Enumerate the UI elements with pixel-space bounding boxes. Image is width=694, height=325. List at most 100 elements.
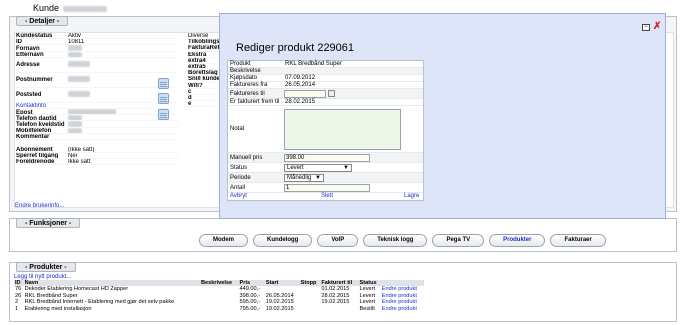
- function-button-fakturaer[interactable]: Fakturaer: [550, 234, 606, 247]
- chevron-down-icon: ▼: [315, 175, 321, 181]
- minimize-icon[interactable]: −: [642, 24, 650, 31]
- redacted-value: [68, 51, 82, 57]
- field-label: Status: [230, 165, 248, 171]
- close-icon[interactable]: ✗: [653, 21, 661, 32]
- cancel-link[interactable]: Avbryt: [230, 193, 247, 200]
- function-button-pega-tv[interactable]: Pega TV: [432, 234, 485, 247]
- field-status: Status Levert ▼: [228, 163, 423, 173]
- save-link[interactable]: Lagre: [404, 193, 419, 200]
- field-beskrivelse: Beskrivelse: [228, 68, 423, 75]
- edit-userinfo-link[interactable]: Endre brukerinfo...: [15, 203, 64, 209]
- function-button-kundelogg[interactable]: Kundelogg: [253, 234, 313, 247]
- function-button-modem[interactable]: Modem: [199, 234, 248, 247]
- edit-product-link[interactable]: Endre produkt: [382, 286, 417, 292]
- chevron-down-icon: ▼: [343, 165, 349, 171]
- periode-value: Månedlig: [287, 175, 312, 181]
- faktureres-til-input[interactable]: [284, 90, 326, 98]
- detail-row: Foreldrenode Ikke satt: [16, 159, 178, 166]
- detail-row: Poststed: [16, 88, 178, 103]
- table-cell: [320, 306, 358, 313]
- notes-icon[interactable]: [158, 109, 169, 120]
- status-select[interactable]: Levert ▼: [284, 164, 352, 172]
- redacted-value: [68, 121, 82, 127]
- detail-list: Kundestatus Aktiv ID 10811 Fornavn Etternavn A…: [16, 33, 178, 166]
- table-body: 76 Dekoder Etablering Homecast HD Zapper 4…: [14, 286, 424, 312]
- notat-textarea[interactable]: [284, 109, 401, 150]
- field-label: Produkt: [230, 61, 251, 67]
- redacted-value: [68, 127, 82, 133]
- table-cell: [300, 306, 321, 313]
- redacted-value: [68, 108, 116, 115]
- field-value: 07.09.2012: [285, 75, 316, 81]
- manuell-pris-input[interactable]: 398.00: [284, 154, 370, 162]
- function-button-produkter[interactable]: Produkter: [489, 234, 546, 247]
- field-faktureres-fra: Faktureres fra 26.05.2014: [228, 82, 423, 89]
- detail-key: Kommentar: [16, 133, 50, 140]
- field-label: Er fakturert frem til: [230, 99, 280, 105]
- table-cell: 19.02.2015: [265, 305, 294, 312]
- field-manuell-pris: Manuell pris 398.00: [228, 153, 423, 163]
- redacted-value: [68, 61, 90, 68]
- edit-product-link[interactable]: Endre produkt: [382, 306, 417, 312]
- field-produkt: Produkt RKL Bredbånd Super: [228, 61, 423, 68]
- field-value: 28.02.2015: [285, 99, 316, 105]
- field-label: Antall: [230, 185, 246, 191]
- field-label: Kjøpsdato: [230, 75, 258, 81]
- table-row: 1 Etablering med installasjon 795.00,- 19.0…: [14, 306, 424, 313]
- detail-row: Adresse: [16, 58, 178, 73]
- redacted-value: [68, 91, 90, 98]
- field-label: Beskrivelse: [230, 68, 261, 74]
- delete-link[interactable]: Slett: [321, 193, 333, 200]
- notes-icon[interactable]: [158, 78, 169, 89]
- detaljer-heading: - Detaljer -: [16, 16, 69, 26]
- edit-product-form: Produkt RKL Bredbånd Super Beskrivelse K…: [227, 60, 424, 201]
- produkter-section: - Produkter - Legg til nytt produkt... I…: [9, 262, 677, 322]
- field-notat: Notat: [228, 106, 423, 153]
- field-faktureres-til: Faktureres til: [228, 89, 423, 99]
- antall-input[interactable]: 1: [284, 184, 370, 192]
- table-cell: 795.00,-: [239, 305, 261, 312]
- form-actions: Avbryt Slett Lagre: [228, 193, 423, 200]
- periode-select[interactable]: Månedlig ▼: [284, 174, 324, 182]
- field-label: Faktureres fra: [230, 82, 268, 88]
- function-button-teknisk-logg[interactable]: Teknisk logg: [363, 234, 428, 247]
- function-button-voip[interactable]: VoIP: [317, 234, 359, 247]
- table-cell: RKL Bredbånd Internett - Etablering med …: [24, 299, 175, 306]
- redacted-value: [68, 76, 90, 83]
- produkter-heading: - Produkter -: [16, 262, 76, 272]
- status-value: Levert: [287, 165, 304, 171]
- field-label: Faktureres til: [230, 91, 265, 97]
- field-periode: Periode Månedlig ▼: [228, 173, 423, 183]
- field-fakturert-frem-til: Er fakturert frem til 28.02.2015: [228, 99, 423, 106]
- edit-product-link[interactable]: Endre produkt: [382, 299, 417, 305]
- funksjoner-heading: - Funksjoner -: [16, 218, 81, 228]
- table-cell: 1: [15, 305, 19, 312]
- field-kjopsdato: Kjøpsdato 07.09.2012: [228, 75, 423, 82]
- field-label: Manuell pris: [230, 155, 263, 161]
- function-toolbar: Modem Kundelogg VoIP Teknisk logg Pega TV Pro…: [199, 234, 606, 247]
- detail-key: Poststed: [16, 91, 42, 98]
- table-cell: Bestilt: [359, 305, 375, 312]
- field-value: RKL Bredbånd Super: [285, 61, 342, 67]
- notes-icon[interactable]: [158, 93, 169, 104]
- table-cell: Endre produkt: [381, 306, 424, 313]
- table-cell: Etablering med installasjon: [24, 305, 92, 312]
- products-table: ID Navn Beskrivelse Pris Start Stopp Fakturert…: [14, 280, 424, 312]
- detail-value: Ikke satt: [68, 159, 91, 166]
- detail-row: Postnummer: [16, 73, 178, 88]
- field-value: 26.05.2014: [285, 82, 316, 88]
- funksjoner-section: - Funksjoner - Modem Kundelogg VoIP Teknisk…: [9, 218, 677, 252]
- detail-key: Adresse: [16, 61, 40, 68]
- detail-key: Foreldrenode: [16, 159, 55, 166]
- page-title: Kunde: [33, 3, 60, 13]
- calendar-icon[interactable]: [328, 90, 335, 97]
- dialog-title: Rediger produkt 229061: [236, 42, 355, 54]
- table-cell: [200, 306, 239, 313]
- field-label: Notat: [230, 126, 245, 132]
- edit-product-link[interactable]: Endre produkt: [382, 293, 417, 299]
- edit-product-dialog: − ✗ Rediger produkt 229061 Produkt RKL B…: [219, 13, 666, 219]
- redacted-value: [68, 45, 82, 51]
- redacted-value: [68, 115, 82, 121]
- field-label: Periode: [230, 175, 251, 181]
- field-antall: Antall 1: [228, 183, 423, 193]
